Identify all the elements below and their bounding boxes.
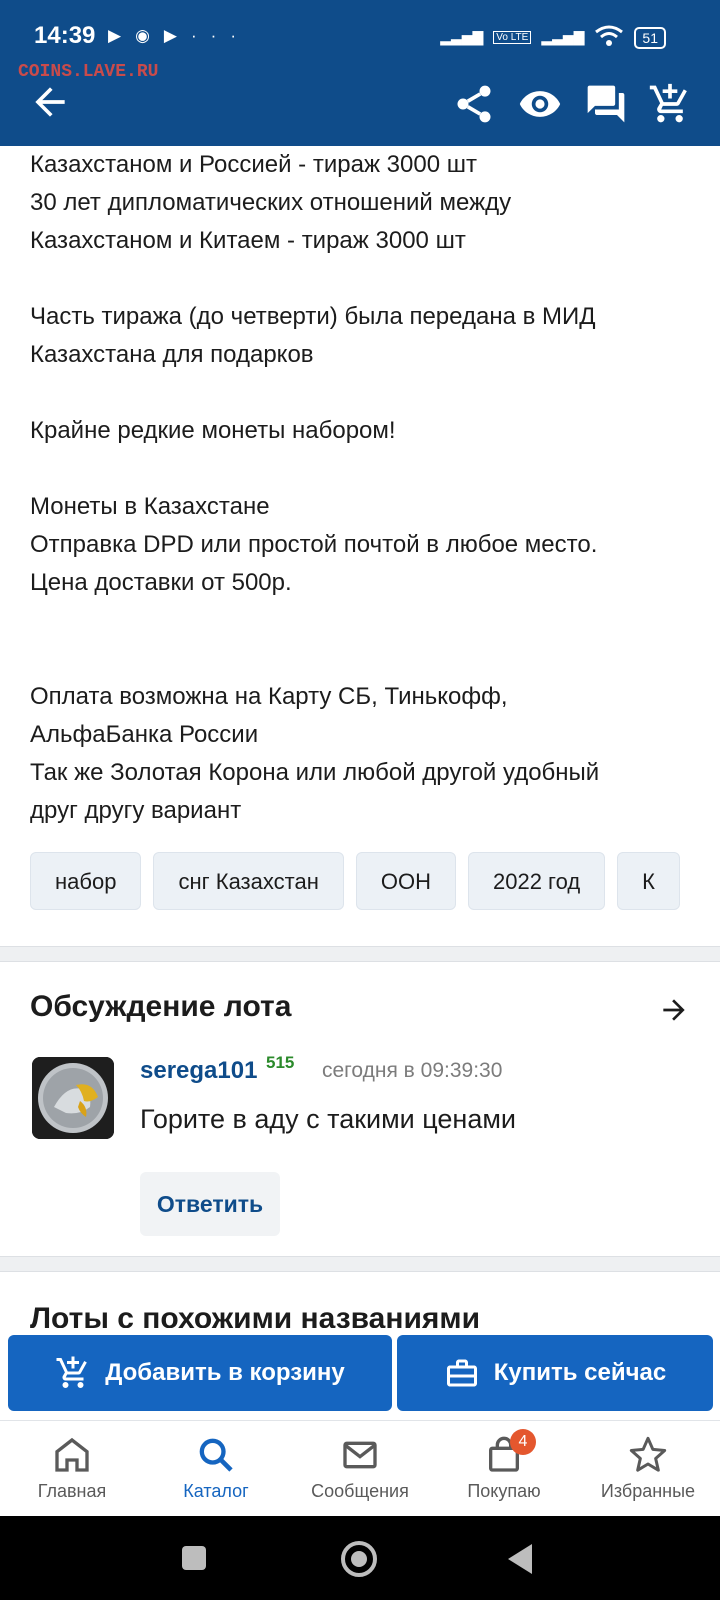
system-nav-bar	[0, 1516, 720, 1600]
description-line: Казахстаном и Китаем - тираж 3000 шт	[30, 227, 466, 254]
description-line: Монеты в Казахстане	[30, 493, 270, 520]
bottom-nav: Главная Каталог Сообщения 4 Покупаю Избр…	[0, 1420, 720, 1517]
description-line: Так же Золотая Корона или любой другой у…	[30, 759, 600, 786]
nav-home[interactable]: Главная	[0, 1421, 144, 1517]
back-arrow-icon[interactable]	[28, 80, 72, 124]
tag-chip[interactable]: ООН	[355, 852, 456, 910]
description-line: Крайне редкие монеты набором!	[30, 417, 396, 444]
play-icon: ▶	[163, 26, 191, 45]
description-line: Часть тиража (до четверти) была передана…	[30, 303, 596, 330]
description-line: Отправка DPD или простой почтой в любое …	[30, 531, 598, 558]
comment-username[interactable]: serega101	[140, 1057, 257, 1085]
section-divider	[0, 946, 720, 962]
nav-purchases[interactable]: 4 Покупаю	[432, 1421, 576, 1517]
play-icon: ▶	[108, 26, 136, 45]
add-cart-icon[interactable]	[648, 82, 692, 126]
home-circle-icon[interactable]	[340, 1540, 378, 1578]
more-icon: ···	[191, 26, 250, 45]
wifi-icon	[594, 24, 624, 51]
tag-chip[interactable]: набор	[30, 852, 142, 910]
similar-lots-title[interactable]: Лоты с похожими названиями	[30, 1306, 690, 1328]
description-line: Оплата возможна на Карту СБ, Тинькофф,	[30, 683, 508, 710]
description-line: друг другу вариант	[30, 797, 242, 824]
status-time: 14:39	[34, 22, 96, 49]
buy-now-button[interactable]: Купить сейчас	[397, 1335, 713, 1411]
nav-catalog[interactable]: Каталог	[144, 1421, 288, 1517]
nav-messages[interactable]: Сообщения	[288, 1421, 432, 1517]
similar-lots-label: Лоты с похожими названиями	[30, 1306, 481, 1328]
nav-home-label: Главная	[37, 1481, 107, 1501]
add-to-cart-button[interactable]: Добавить в корзину	[8, 1335, 392, 1411]
add-to-cart-label: Добавить в корзину	[105, 1359, 345, 1386]
description-line: Казахстаном и Россией - тираж 3000 шт	[30, 151, 477, 178]
description-line: Казахстана для подарков	[30, 341, 314, 368]
status-right-icons: ▂▃▅▇ Vo LTE ▂▃▅▇ 51	[440, 24, 666, 51]
status-bar: 14:39 ▶◉▶··· ▂▃▅▇ Vo LTE ▂▃▅▇ 51	[0, 0, 720, 62]
user-rating: 515	[266, 1053, 295, 1072]
reply-button[interactable]: Ответить	[140, 1172, 280, 1236]
nav-favorites-label: Избранные	[600, 1481, 696, 1501]
star-icon	[629, 1436, 667, 1472]
tag-list: набор снг Казахстан ООН 2022 год К	[30, 852, 690, 910]
add-cart-icon	[56, 1356, 88, 1388]
signal-icon: ▂▃▅▇	[541, 29, 585, 45]
forum-icon[interactable]	[584, 82, 628, 126]
nav-messages-label: Сообщения	[311, 1481, 409, 1501]
avatar[interactable]	[32, 1057, 114, 1139]
nav-catalog-label: Каталог	[183, 1481, 249, 1501]
tag-chip[interactable]: 2022 год	[467, 852, 606, 910]
recents-icon[interactable]	[180, 1544, 208, 1572]
watermark: COINS.LAVE.RU	[18, 62, 159, 82]
share-icon[interactable]	[452, 82, 496, 126]
status-left-icons: ▶◉▶···	[108, 26, 250, 46]
comment-timestamp: сегодня в 09:39:30	[322, 1059, 503, 1082]
section-divider	[0, 1256, 720, 1272]
description-line: 30 лет дипломатических отношений между	[30, 189, 512, 216]
buy-now-label: Купить сейчас	[493, 1359, 667, 1386]
chrome-icon: ◉	[135, 26, 164, 45]
app-bar: COINS.LAVE.RU	[0, 62, 720, 146]
nav-favorites[interactable]: Избранные	[576, 1421, 720, 1517]
lot-description: Казахстаном и Россией - тираж 3000 шт 30…	[30, 146, 690, 830]
tag-chip[interactable]: снг Казахстан	[153, 852, 344, 910]
mail-icon	[343, 1441, 377, 1469]
description-line: АльфаБанка России	[30, 721, 259, 748]
volte-icon: Vo LTE	[493, 31, 532, 44]
back-triangle-icon[interactable]	[504, 1542, 536, 1576]
description-line: Цена доставки от 500р.	[30, 569, 292, 596]
search-icon	[199, 1438, 233, 1472]
arrow-right-icon[interactable]	[658, 994, 690, 1026]
eye-icon[interactable]	[518, 82, 562, 126]
briefcase-icon	[446, 1359, 477, 1387]
action-bar: Добавить в корзину Купить сейчас	[0, 1328, 720, 1416]
comment-text: Горите в аду с такими ценами	[140, 1104, 516, 1134]
battery-icon: 51	[634, 26, 666, 49]
tag-chip[interactable]: К	[617, 852, 680, 910]
signal-icon: ▂▃▅▇	[440, 29, 484, 45]
purchases-badge: 4	[510, 1429, 536, 1455]
home-icon	[55, 1437, 89, 1472]
nav-purchases-label: Покупаю	[467, 1481, 541, 1501]
discussion-title[interactable]: Обсуждение лота	[30, 990, 291, 1024]
